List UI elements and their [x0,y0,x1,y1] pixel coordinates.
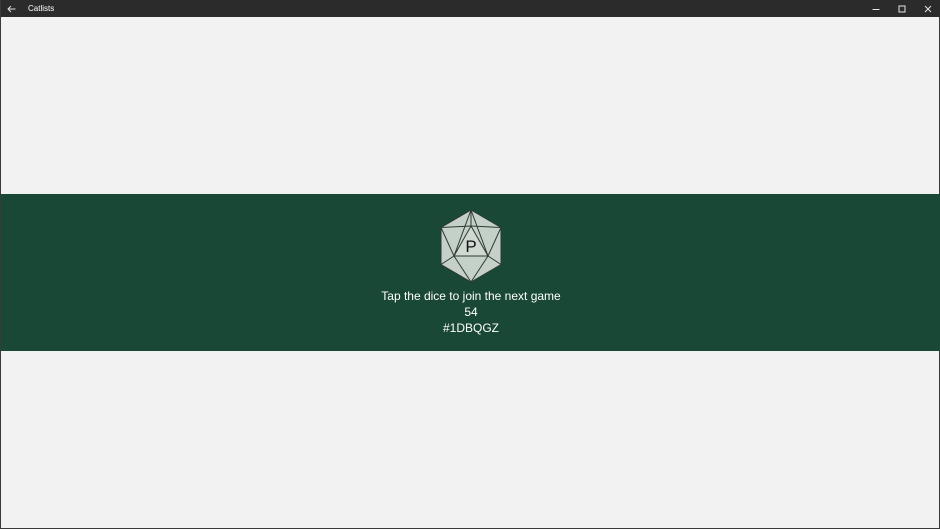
back-button[interactable] [1,0,21,17]
close-button[interactable] [915,0,940,17]
join-game-banner: P Tap the dice to join the next game 54 … [1,194,940,351]
player-count: 54 [464,305,478,319]
window-controls [863,0,940,17]
dice-letter: P [465,237,476,256]
minimize-button[interactable] [863,0,889,17]
maximize-button[interactable] [889,0,915,17]
d20-dice-icon[interactable]: P [438,209,504,283]
join-prompt: Tap the dice to join the next game [381,289,561,303]
close-icon [924,5,932,12]
arrow-left-icon [6,5,15,12]
maximize-icon [898,5,906,12]
app-window: Catlists P Tap the dice to join the next… [0,0,940,529]
minimize-icon [872,8,880,10]
app-title: Catlists [28,4,55,13]
title-bar: Catlists [1,0,940,17]
game-code: #1DBQGZ [442,321,499,335]
